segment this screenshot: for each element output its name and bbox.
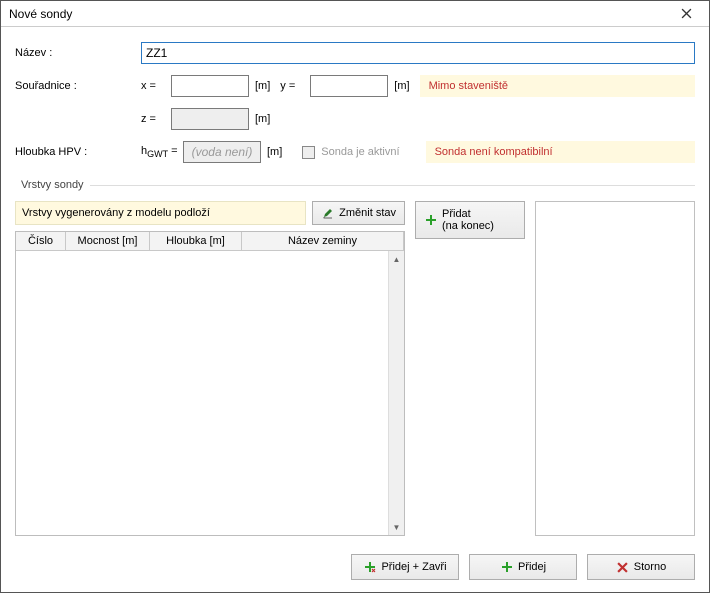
scroll-down-icon[interactable]: ▼ [390,519,404,535]
layers-group-title: Vrstvy sondy [15,179,90,191]
cancel-button[interactable]: Storno [587,554,695,580]
active-checkbox-label: Sonda je aktivní [321,146,399,158]
scroll-up-icon[interactable]: ▲ [390,251,404,267]
active-checkbox [302,146,315,159]
unit-x: [m] [255,80,270,92]
row-name: Název : [15,41,695,65]
plus-icon [500,560,514,574]
add-close-label: Přidej + Zavři [381,561,446,573]
change-state-label: Změnit stav [339,207,396,219]
side-buttons: Přidat (na konec) [415,201,525,536]
row-coords-xy: Souřadnice : x = [m] y = [m] Mimo staven… [15,74,695,98]
add-button[interactable]: Přidej [469,554,577,580]
col-number: Číslo [16,232,66,250]
label-hgwt: hGWT = [141,145,183,159]
label-y: y = [280,80,310,92]
window-title: Nové sondy [9,7,72,21]
label-x: x = [141,80,171,92]
cancel-icon [616,560,630,574]
layers-status: Vrstvy vygenerovány z modelu podloží [15,201,306,225]
pencil-icon [321,206,335,220]
layers-table[interactable]: Číslo Mocnost [m] Hloubka [m] Název zemi… [15,231,405,536]
close-icon [679,7,693,21]
unit-y: [m] [394,80,409,92]
layers-group: Vrstvy sondy Vrstvy vygenerovány z model… [15,179,695,536]
plus-close-icon [363,560,377,574]
z-input[interactable] [171,108,249,130]
plus-icon [424,213,438,227]
cancel-label: Storno [634,561,666,573]
footer: Přidej + Zavři Přidej Storno [1,544,709,592]
label-hpv: Hloubka HPV : [15,146,141,158]
col-thickness: Mocnost [m] [66,232,150,250]
x-input[interactable] [171,75,249,97]
col-soil: Název zeminy [242,232,404,250]
add-layer-label1: Přidat [442,208,494,220]
scrollbar[interactable]: ▲ ▼ [388,251,404,535]
row-hpv: Hloubka HPV : hGWT = [m] Sonda je aktivn… [15,140,695,164]
table-header: Číslo Mocnost [m] Hloubka [m] Název zemi… [16,232,404,251]
label-name: Název : [15,47,141,59]
row-coords-z: z = [m] [15,107,695,131]
warning-incompat: Sonda není kompatibilní [426,141,695,163]
dialog-content: Název : Souřadnice : x = [m] y = [m] Mim… [1,27,709,544]
table-body: ▲ ▼ [16,251,404,535]
titlebar: Nové sondy [1,1,709,27]
table-area: Vrstvy vygenerovány z modelu podloží Změ… [15,201,405,536]
add-label: Přidej [518,561,546,573]
y-input[interactable] [310,75,388,97]
preview-panel [535,201,695,536]
hgwt-input [183,141,261,163]
close-button[interactable] [671,4,701,24]
name-input[interactable] [141,42,695,64]
change-state-button[interactable]: Změnit stav [312,201,405,225]
label-coords: Souřadnice : [15,80,141,92]
unit-hgwt: [m] [267,146,282,158]
unit-z: [m] [255,113,270,125]
col-depth: Hloubka [m] [150,232,242,250]
label-z: z = [141,113,171,125]
add-layer-button[interactable]: Přidat (na konec) [415,201,525,239]
warning-outside: Mimo staveniště [420,75,695,97]
add-layer-label2: (na konec) [442,220,494,232]
add-close-button[interactable]: Přidej + Zavři [351,554,459,580]
